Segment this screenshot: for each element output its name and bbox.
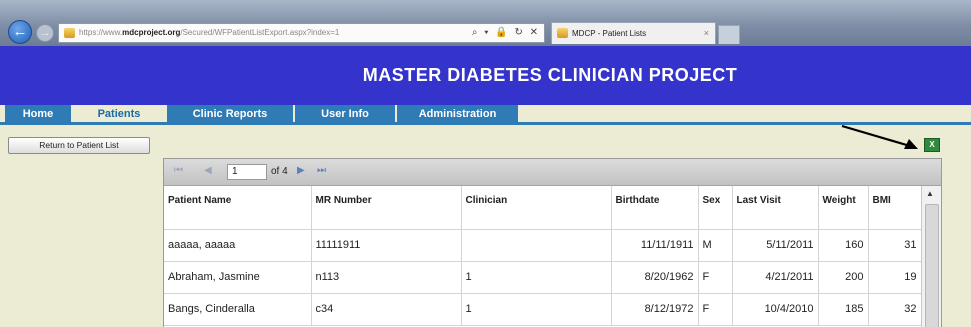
url-prefix: https://www.	[79, 28, 123, 37]
table-header-row: Patient Name MR Number Clinician Birthda…	[164, 186, 922, 230]
column-header-bmi[interactable]: BMI	[868, 186, 922, 230]
cell-last-visit: 5/11/2011	[732, 229, 819, 262]
cell-bmi: 31	[868, 229, 922, 262]
address-bar[interactable]: https://www.mdcproject.org/Secured/WFPat…	[58, 23, 545, 43]
next-page-icon[interactable]: ▶	[297, 165, 305, 176]
cell-bmi: 32	[868, 293, 922, 326]
table-row[interactable]: Bangs, Cinderalla c34 1 8/12/1972 F 10/4…	[164, 293, 922, 326]
menu-underline	[0, 122, 971, 125]
column-header-clinician[interactable]: Clinician	[461, 186, 612, 230]
cell-clinician: 1	[461, 261, 612, 294]
cell-sex: F	[698, 261, 733, 294]
forward-button[interactable]: →	[36, 24, 54, 42]
address-controls[interactable]: ⌕ ▾ 🔒 ↻ ✕	[472, 24, 540, 42]
cell-clinician	[461, 229, 612, 262]
table-row[interactable]: Abraham, Jasmine n113 1 8/20/1962 F 4/21…	[164, 261, 922, 294]
cell-bmi: 19	[868, 261, 922, 294]
excel-icon-glyph: X	[929, 140, 935, 149]
first-page-icon[interactable]: ⏮	[174, 165, 183, 176]
cell-birthdate: 11/11/1911	[611, 229, 699, 262]
scroll-thumb[interactable]	[925, 204, 939, 327]
page-number-input[interactable]: 1	[227, 164, 267, 180]
column-header-mr-number[interactable]: MR Number	[311, 186, 462, 230]
new-tab-button[interactable]	[718, 25, 740, 44]
menu-item-administration[interactable]: Administration	[397, 105, 518, 123]
site-favicon-icon	[64, 28, 75, 38]
cell-patient-name: Bangs, Cinderalla	[164, 293, 312, 326]
column-header-patient-name[interactable]: Patient Name	[164, 186, 312, 230]
column-header-weight[interactable]: Weight	[818, 186, 869, 230]
page-title: MASTER DIABETES CLINICIAN PROJECT	[362, 65, 738, 85]
arrow-annotation-icon	[841, 124, 918, 149]
browser-tab[interactable]: MDCP - Patient Lists ×	[551, 22, 716, 44]
page-count-label: of 4	[271, 166, 288, 177]
cell-mr-number: n113	[311, 261, 462, 294]
cell-weight: 185	[818, 293, 869, 326]
patient-table: Patient Name MR Number Clinician Birthda…	[164, 186, 922, 326]
header-banner: MASTER DIABETES CLINICIAN PROJECT	[0, 46, 971, 105]
table-row[interactable]: aaaaa, aaaaa 11111911 11/11/1911 M 5/11/…	[164, 229, 922, 262]
excel-export-icon[interactable]: X	[924, 138, 940, 152]
cell-weight: 200	[818, 261, 869, 294]
cell-sex: M	[698, 229, 733, 262]
url-host: mdcproject.org	[122, 28, 181, 37]
cell-patient-name: Abraham, Jasmine	[164, 261, 312, 294]
column-header-sex[interactable]: Sex	[698, 186, 733, 230]
scroll-up-icon[interactable]: ▲	[926, 189, 934, 198]
grid-pager: ⏮ ◀ 1 of 4 ▶ ⏭	[164, 159, 941, 186]
grid-scrollbar[interactable]: ▲	[921, 186, 941, 327]
cell-birthdate: 8/12/1972	[611, 293, 699, 326]
patient-grid: ⏮ ◀ 1 of 4 ▶ ⏭ Patient Name MR Number Cl…	[163, 158, 942, 327]
cell-clinician: 1	[461, 293, 612, 326]
cell-mr-number: 11111911	[311, 229, 462, 262]
tab-close-icon[interactable]: ×	[704, 23, 709, 44]
back-button[interactable]: ←	[8, 20, 32, 44]
cell-last-visit: 4/21/2011	[732, 261, 819, 294]
menu-item-home[interactable]: Home	[5, 105, 71, 123]
menu-item-clinic-reports[interactable]: Clinic Reports	[167, 105, 293, 123]
last-page-icon[interactable]: ⏭	[317, 165, 326, 176]
menu-item-user-info[interactable]: User Info	[295, 105, 395, 123]
tab-title: MDCP - Patient Lists	[572, 29, 647, 38]
tab-favicon-icon	[557, 28, 568, 38]
cell-patient-name: aaaaa, aaaaa	[164, 229, 312, 262]
column-header-last-visit[interactable]: Last Visit	[732, 186, 819, 230]
main-menu: Home Patients Clinic Reports User Info A…	[0, 105, 971, 123]
cell-sex: F	[698, 293, 733, 326]
prev-page-icon[interactable]: ◀	[204, 165, 212, 176]
url-path: /Secured/WFPatientListExport.aspx?index=…	[180, 28, 340, 37]
cell-last-visit: 10/4/2010	[732, 293, 819, 326]
return-to-patient-list-button[interactable]: Return to Patient List	[8, 137, 150, 154]
browser-chrome: ← → https://www.mdcproject.org/Secured/W…	[0, 0, 971, 46]
cell-weight: 160	[818, 229, 869, 262]
cell-birthdate: 8/20/1962	[611, 261, 699, 294]
column-header-birthdate[interactable]: Birthdate	[611, 186, 699, 230]
menu-item-patients[interactable]: Patients	[73, 105, 165, 123]
cell-mr-number: c34	[311, 293, 462, 326]
